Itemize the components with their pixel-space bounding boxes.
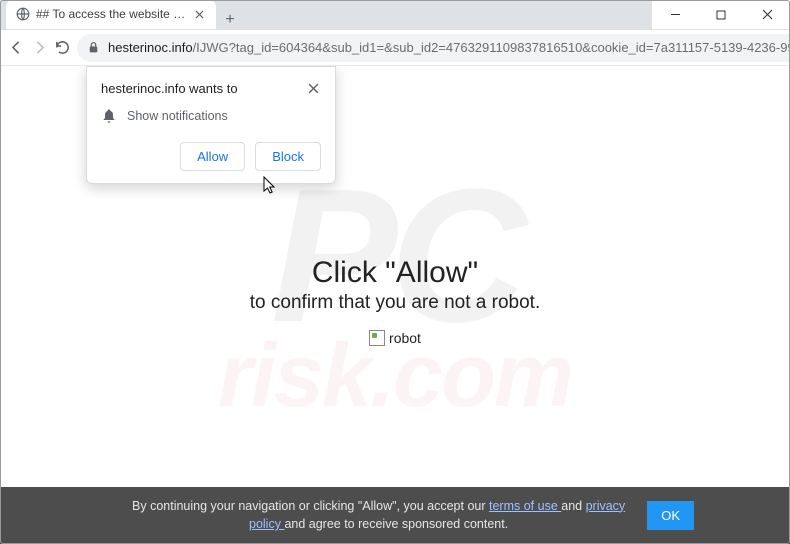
reload-button[interactable]: [54, 34, 71, 62]
globe-icon: [16, 7, 30, 21]
permission-close-icon[interactable]: [306, 81, 321, 96]
page-viewport: PC risk.com Click "Allow" to confirm tha…: [0, 66, 790, 544]
footer-text: By continuing your navigation or clickin…: [130, 497, 627, 535]
notification-permission-prompt: hesterinoc.info wants to Show notificati…: [86, 66, 336, 184]
permission-capability-label: Show notifications: [127, 109, 228, 123]
block-button[interactable]: Block: [255, 142, 321, 171]
browser-toolbar: hesterinoc.info/IJWG?tag_id=604364&sub_i…: [0, 30, 790, 66]
consent-ok-button[interactable]: OK: [647, 501, 694, 530]
window-close-button[interactable]: [744, 0, 790, 29]
lock-icon: [87, 41, 100, 54]
broken-image: robot: [369, 330, 421, 346]
tab-close-icon[interactable]: [192, 7, 206, 21]
bell-icon: [101, 108, 117, 124]
terms-of-use-link[interactable]: terms of use: [489, 499, 561, 513]
browser-tab[interactable]: ## To access the website click th: [6, 0, 216, 29]
broken-image-icon: [369, 330, 385, 346]
cookie-consent-footer: By continuing your navigation or clickin…: [0, 487, 790, 544]
broken-image-alt: robot: [389, 330, 421, 346]
tab-title: ## To access the website click th: [36, 7, 186, 21]
tab-strip: ## To access the website click th +: [0, 0, 652, 29]
permission-origin: hesterinoc.info wants to: [101, 81, 238, 96]
forward-button[interactable]: [31, 34, 48, 62]
maximize-button[interactable]: [698, 0, 744, 29]
browser-titlebar: ## To access the website click th +: [0, 0, 790, 30]
allow-button[interactable]: Allow: [180, 142, 245, 171]
window-controls: [652, 0, 790, 29]
subline: to confirm that you are not a robot.: [0, 292, 790, 314]
back-button[interactable]: [8, 34, 25, 62]
minimize-button[interactable]: [652, 0, 698, 29]
url-text: hesterinoc.info/IJWG?tag_id=604364&sub_i…: [108, 40, 790, 55]
headline: Click "Allow": [0, 256, 790, 290]
new-tab-button[interactable]: +: [216, 11, 244, 29]
address-bar[interactable]: hesterinoc.info/IJWG?tag_id=604364&sub_i…: [77, 34, 790, 62]
page-message: Click "Allow" to confirm that you are no…: [0, 256, 790, 351]
